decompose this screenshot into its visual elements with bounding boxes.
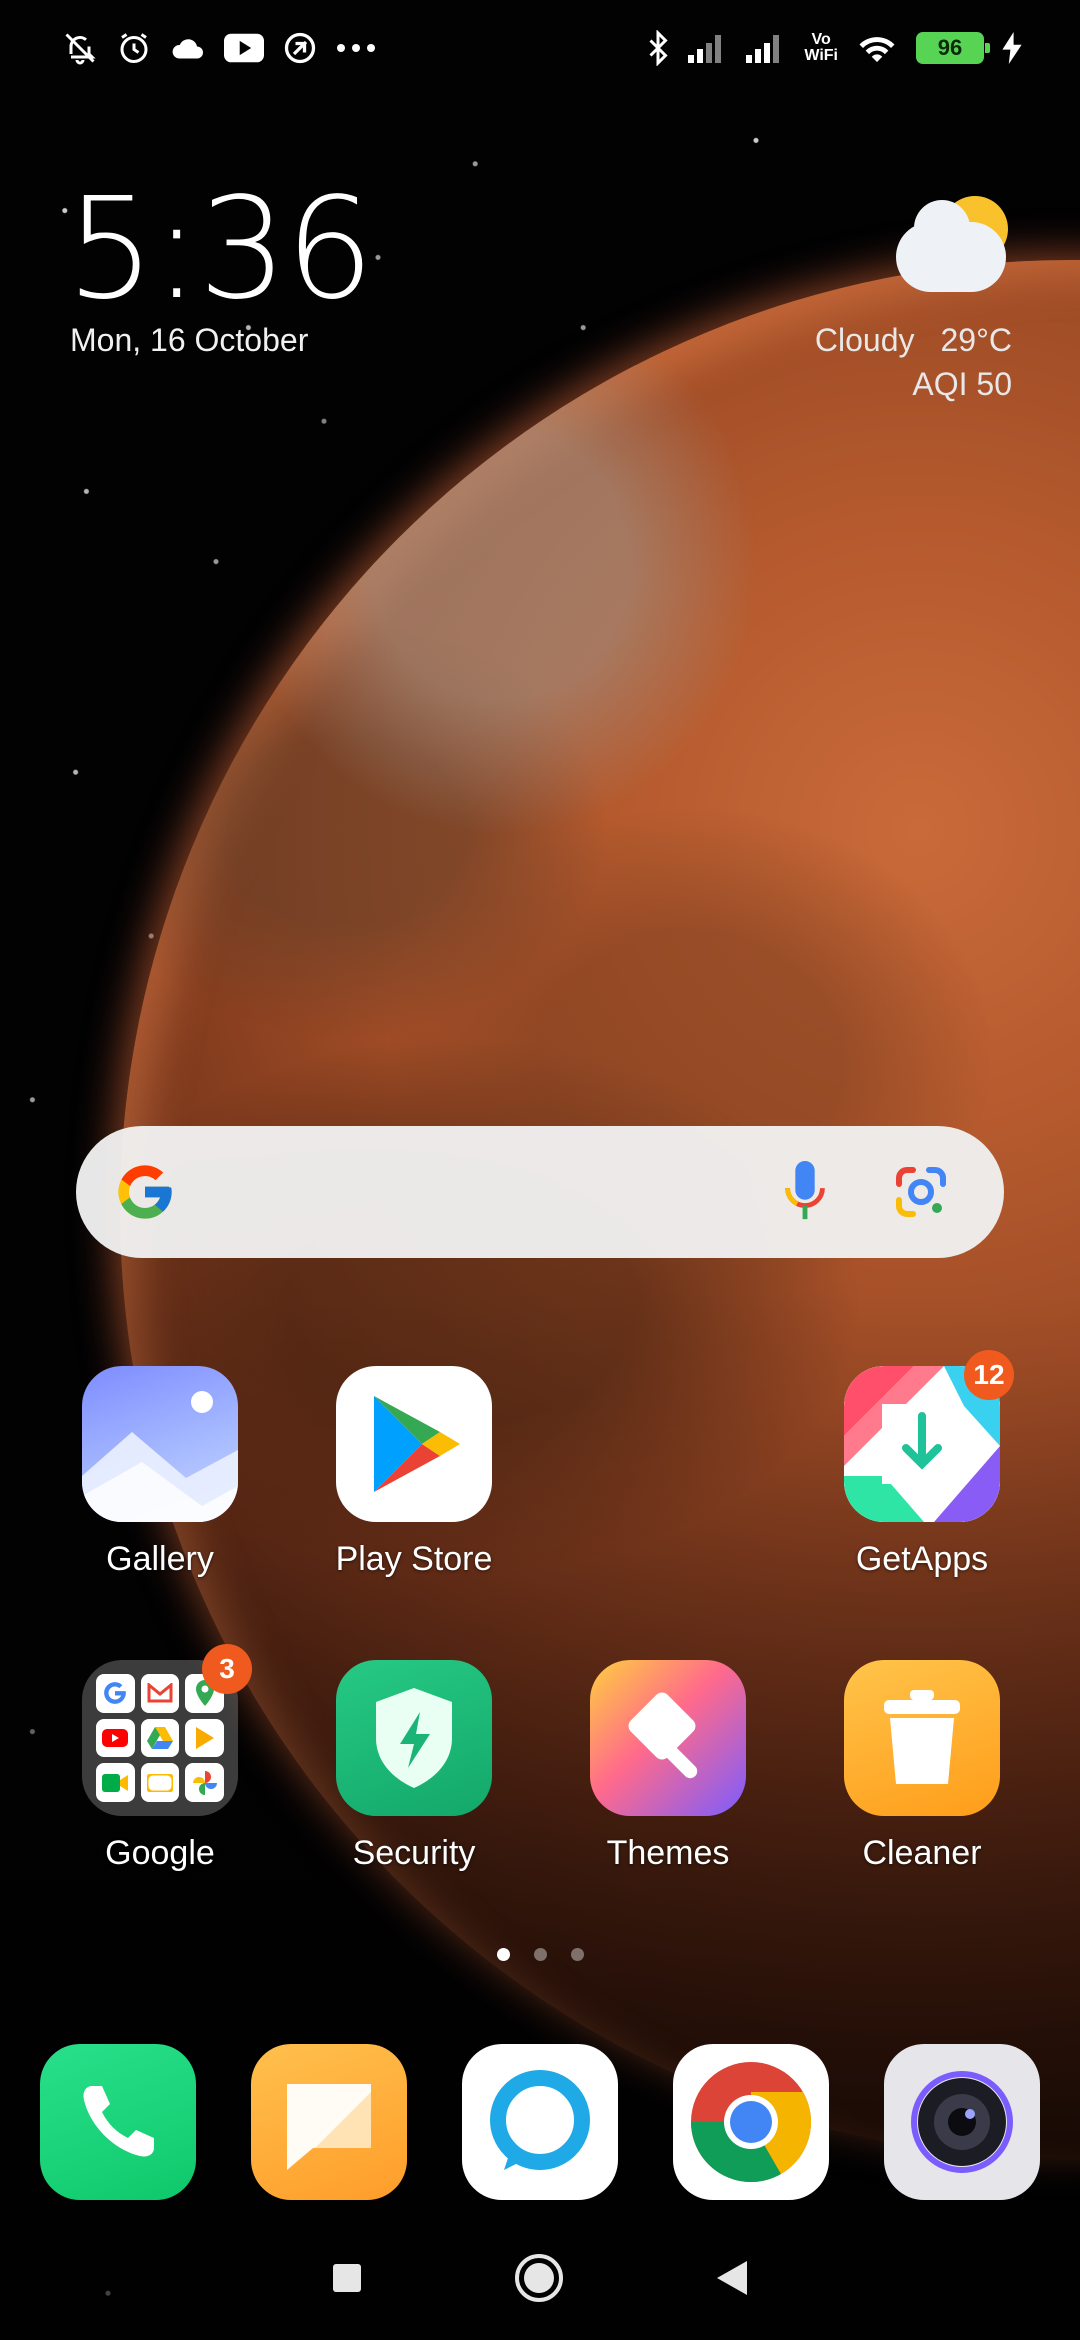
more-dots-icon <box>336 28 376 68</box>
gallery-icon[interactable] <box>82 1366 238 1522</box>
google-mini-icon <box>96 1674 135 1713</box>
app-notification-icon <box>282 28 318 68</box>
app-play-store[interactable]: Play Store <box>304 1366 524 1579</box>
app-security[interactable]: Security <box>304 1660 524 1873</box>
app-folder-google[interactable]: 3 Google <box>50 1644 270 1873</box>
cloud-icon <box>170 28 206 68</box>
app-label: Security <box>352 1834 476 1872</box>
themes-icon[interactable] <box>590 1660 746 1816</box>
app-getapps[interactable]: 12 GetApps <box>812 1350 1032 1579</box>
page-dot[interactable] <box>533 1948 547 1961</box>
google-folder-icon[interactable]: 3 <box>82 1644 252 1816</box>
messages-icon[interactable] <box>251 2044 407 2200</box>
weather-aqi[interactable]: AQI 50 <box>912 366 1012 403</box>
play-store-icon[interactable] <box>336 1366 492 1522</box>
cleaner-icon[interactable] <box>844 1660 1000 1816</box>
app-gallery[interactable]: Gallery <box>50 1366 270 1579</box>
duo-mini-icon <box>140 1763 180 1802</box>
page-indicator[interactable] <box>0 1948 1080 1961</box>
status-bar: Vo WiFi 96 <box>0 0 1080 96</box>
gmail-mini-icon <box>140 1674 180 1713</box>
app-label: Themes <box>606 1834 730 1872</box>
navigation-bar <box>0 2220 1080 2340</box>
weather-condition: Cloudy <box>814 322 915 358</box>
clock-time[interactable]: 5:36 <box>66 180 374 320</box>
weather-temperature: 29°C <box>940 322 1013 358</box>
youtube-mini-icon <box>96 1718 135 1758</box>
back-button[interactable] <box>715 2259 749 2302</box>
battery-level: 96 <box>916 32 990 64</box>
app-label: Gallery <box>106 1540 214 1578</box>
app-themes[interactable]: Themes <box>558 1660 778 1873</box>
clock-date[interactable]: Mon, 16 October <box>70 322 308 359</box>
weather-summary[interactable]: Cloudy 29°C <box>815 322 1012 359</box>
microphone-icon[interactable] <box>770 1157 840 1227</box>
camera-icon[interactable] <box>884 2044 1040 2200</box>
google-g-icon[interactable] <box>110 1157 180 1227</box>
page-dot[interactable] <box>570 1948 584 1961</box>
recents-button[interactable] <box>331 2262 363 2299</box>
app-label: Play Store <box>335 1540 493 1578</box>
phone-icon[interactable] <box>40 2044 196 2200</box>
wifi-icon <box>856 28 898 68</box>
drive-mini-icon <box>140 1718 180 1758</box>
signal-icon <box>746 28 786 68</box>
alarm-icon <box>116 28 152 68</box>
app-label: Google <box>105 1834 215 1872</box>
charging-icon <box>1002 28 1022 68</box>
photos-mini-icon <box>185 1763 224 1802</box>
getapps-icon[interactable]: 12 <box>844 1350 1014 1522</box>
youtube-icon <box>224 28 264 68</box>
google-lens-icon[interactable] <box>886 1157 956 1227</box>
play-mini-icon <box>185 1718 224 1758</box>
alexa-icon[interactable] <box>462 2044 618 2200</box>
chrome-icon[interactable] <box>673 2044 829 2200</box>
app-label: GetApps <box>855 1540 989 1578</box>
security-icon[interactable] <box>336 1660 492 1816</box>
meet-mini-icon <box>96 1763 135 1802</box>
bluetooth-icon <box>646 28 670 68</box>
google-search-bar[interactable] <box>76 1126 1004 1258</box>
vowifi-icon: Vo WiFi <box>804 31 838 64</box>
signal-icon <box>688 28 728 68</box>
muted-bell-icon <box>62 28 98 68</box>
battery-icon: 96 <box>916 32 990 64</box>
page-dot-active[interactable] <box>496 1948 510 1961</box>
home-button[interactable] <box>513 2252 565 2309</box>
notification-badge: 12 <box>964 1350 1014 1400</box>
app-label: Cleaner <box>862 1834 982 1872</box>
weather-cloudy-icon[interactable] <box>890 196 1020 300</box>
app-cleaner[interactable]: Cleaner <box>812 1660 1032 1873</box>
notification-badge: 3 <box>202 1644 252 1694</box>
